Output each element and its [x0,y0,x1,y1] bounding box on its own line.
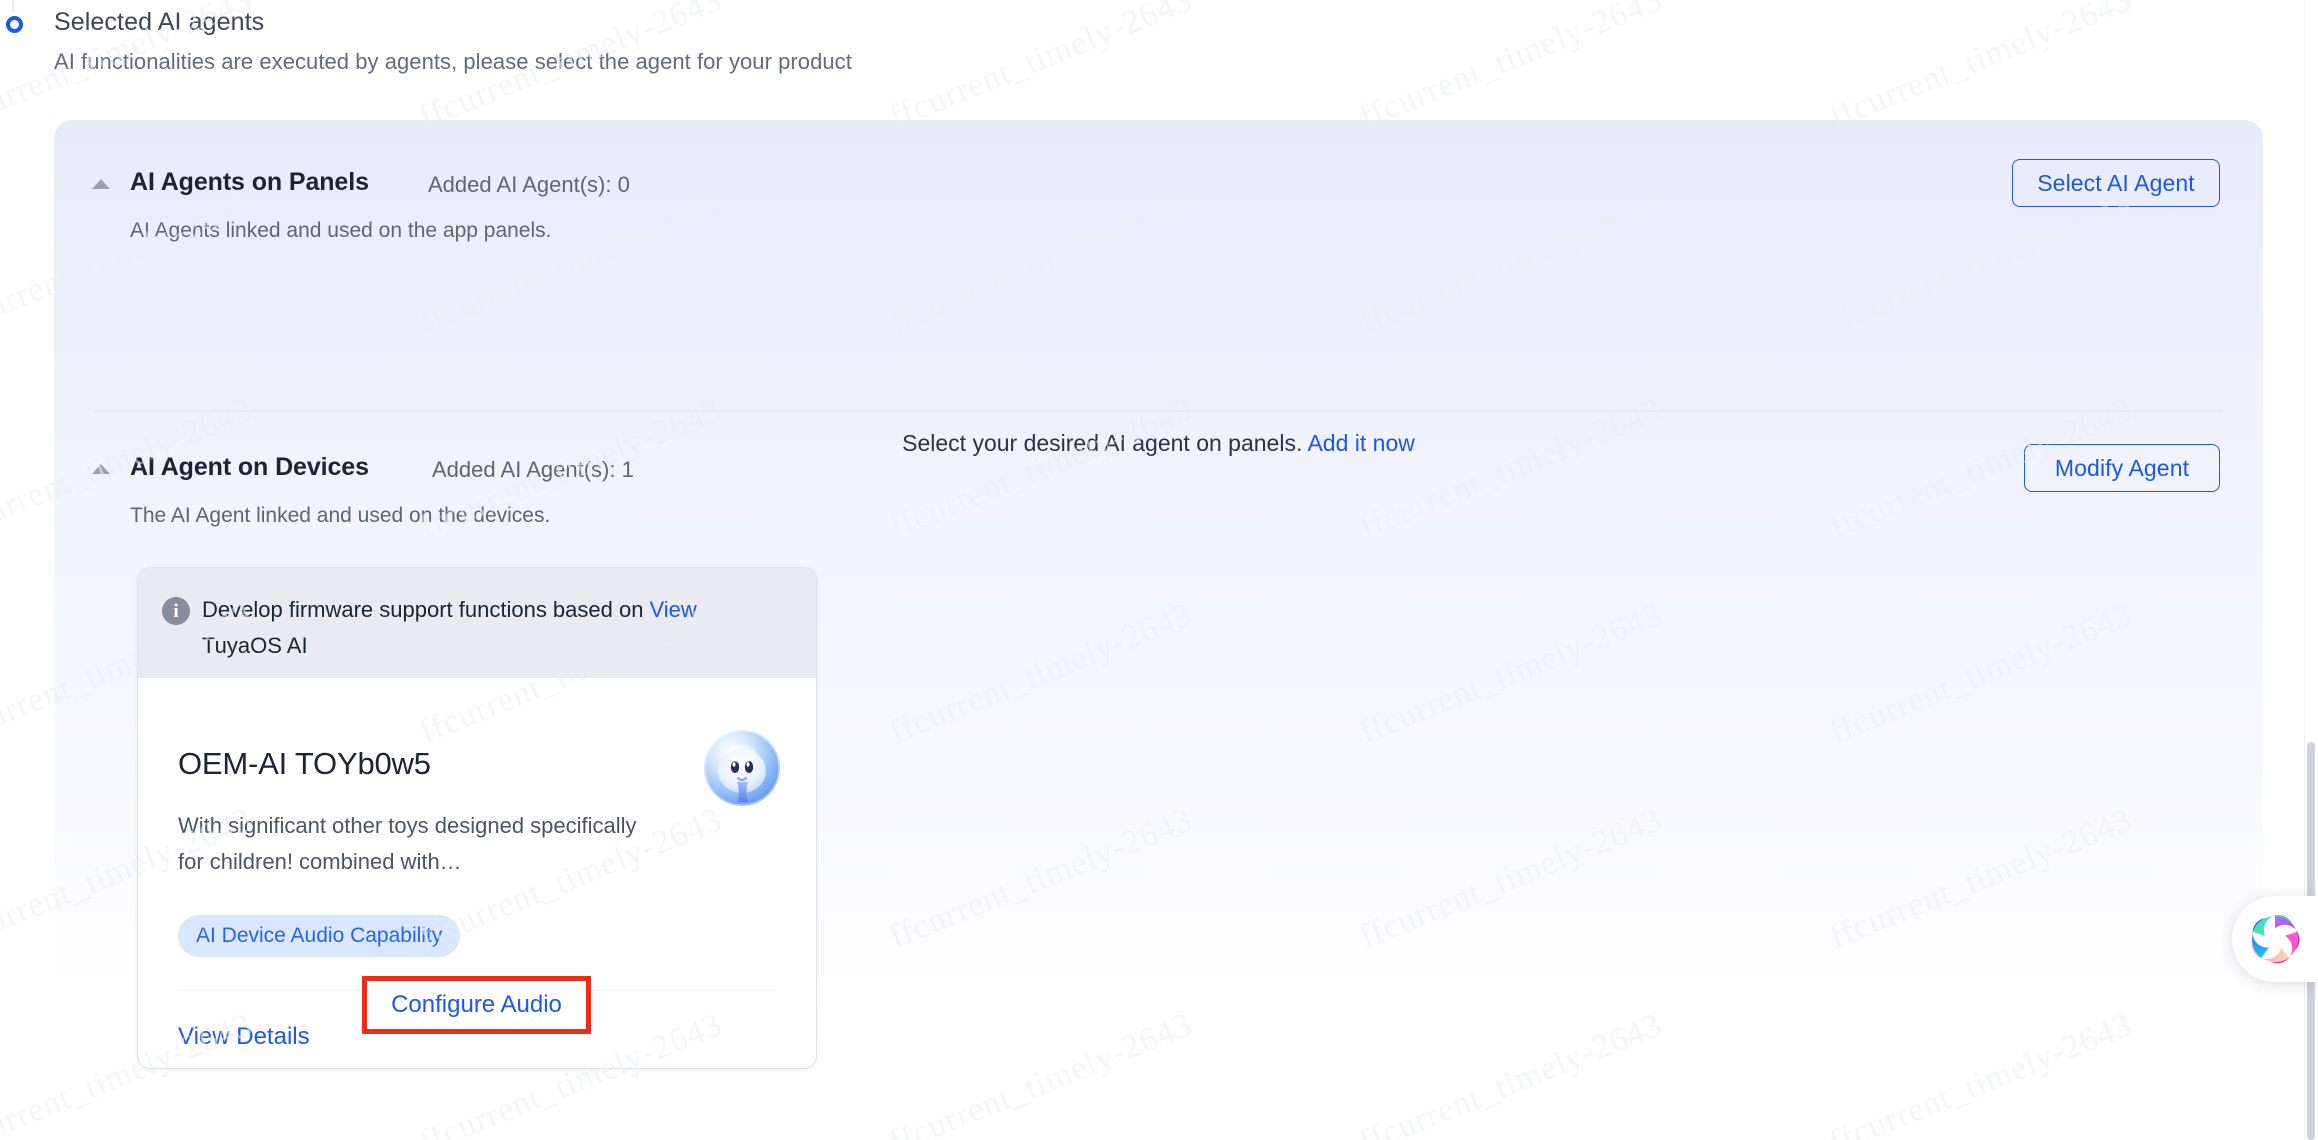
collapse-caret-up-icon[interactable] [92,179,110,189]
devices-section-description: The AI Agent linked and used on the devi… [130,504,551,527]
devices-section-title: AI Agent on Devices [130,453,369,481]
agent-name: OEM-AI TOYb0w5 [178,746,431,781]
panels-empty-state: Select your desired AI agent on panels. … [54,430,2263,457]
info-icon: i [162,597,190,625]
configure-audio-link[interactable]: Configure Audio [391,991,562,1019]
anchor-rail-divider [12,0,14,12]
ring-bullet-icon [6,16,23,33]
ai-assistant-fab[interactable] [2232,896,2318,982]
page-subtitle: AI functionalities are executed by agent… [54,49,852,74]
modify-agent-button[interactable]: Modify Agent [2024,444,2220,492]
watermark-text: ffcurrent_timely-2643 [1824,0,2138,137]
configure-audio-highlight: Configure Audio [362,976,591,1034]
agent-card-actions: View Details [178,1023,310,1051]
panels-section-description: AI Agents linked and used on the app pan… [130,219,552,242]
banner-text-line: Develop firmware support functions based… [202,597,644,622]
agent-card-banner: i Develop firmware support functions bas… [138,568,816,678]
view-details-link[interactable]: View Details [178,1023,310,1051]
banner-text-line-2: TuyaOS AI [202,633,308,658]
watermark-text: ffcurrent_timely-2643 [1354,0,1668,137]
swirl-icon [2251,915,2300,964]
page-title: Selected AI agents [54,8,265,36]
panels-section-title: AI Agents on Panels [130,168,369,196]
agent-capability-tag: AI Device Audio Capability [178,915,461,957]
page-root: Selected AI agents AI functionalities ar… [0,0,2318,1140]
agent-avatar [704,730,780,806]
panels-agent-count: Added AI Agent(s): 0 [428,172,630,197]
panels-empty-state-text: Select your desired AI agent on panels. [902,430,1303,456]
watermark-text: ffcurrent_timely-2643 [884,0,1198,137]
collapse-caret-up-icon-devices[interactable] [92,464,110,474]
select-ai-agent-button[interactable]: Select AI Agent [2012,159,2220,207]
add-it-now-link[interactable]: Add it now [1307,430,1414,456]
agent-card-banner-text: Develop firmware support functions based… [202,592,802,664]
devices-agent-count: Added AI Agent(s): 1 [432,457,634,482]
section-divider [94,410,2223,412]
view-link[interactable]: View [649,597,696,622]
agent-description: With significant other toys designed spe… [178,813,637,874]
